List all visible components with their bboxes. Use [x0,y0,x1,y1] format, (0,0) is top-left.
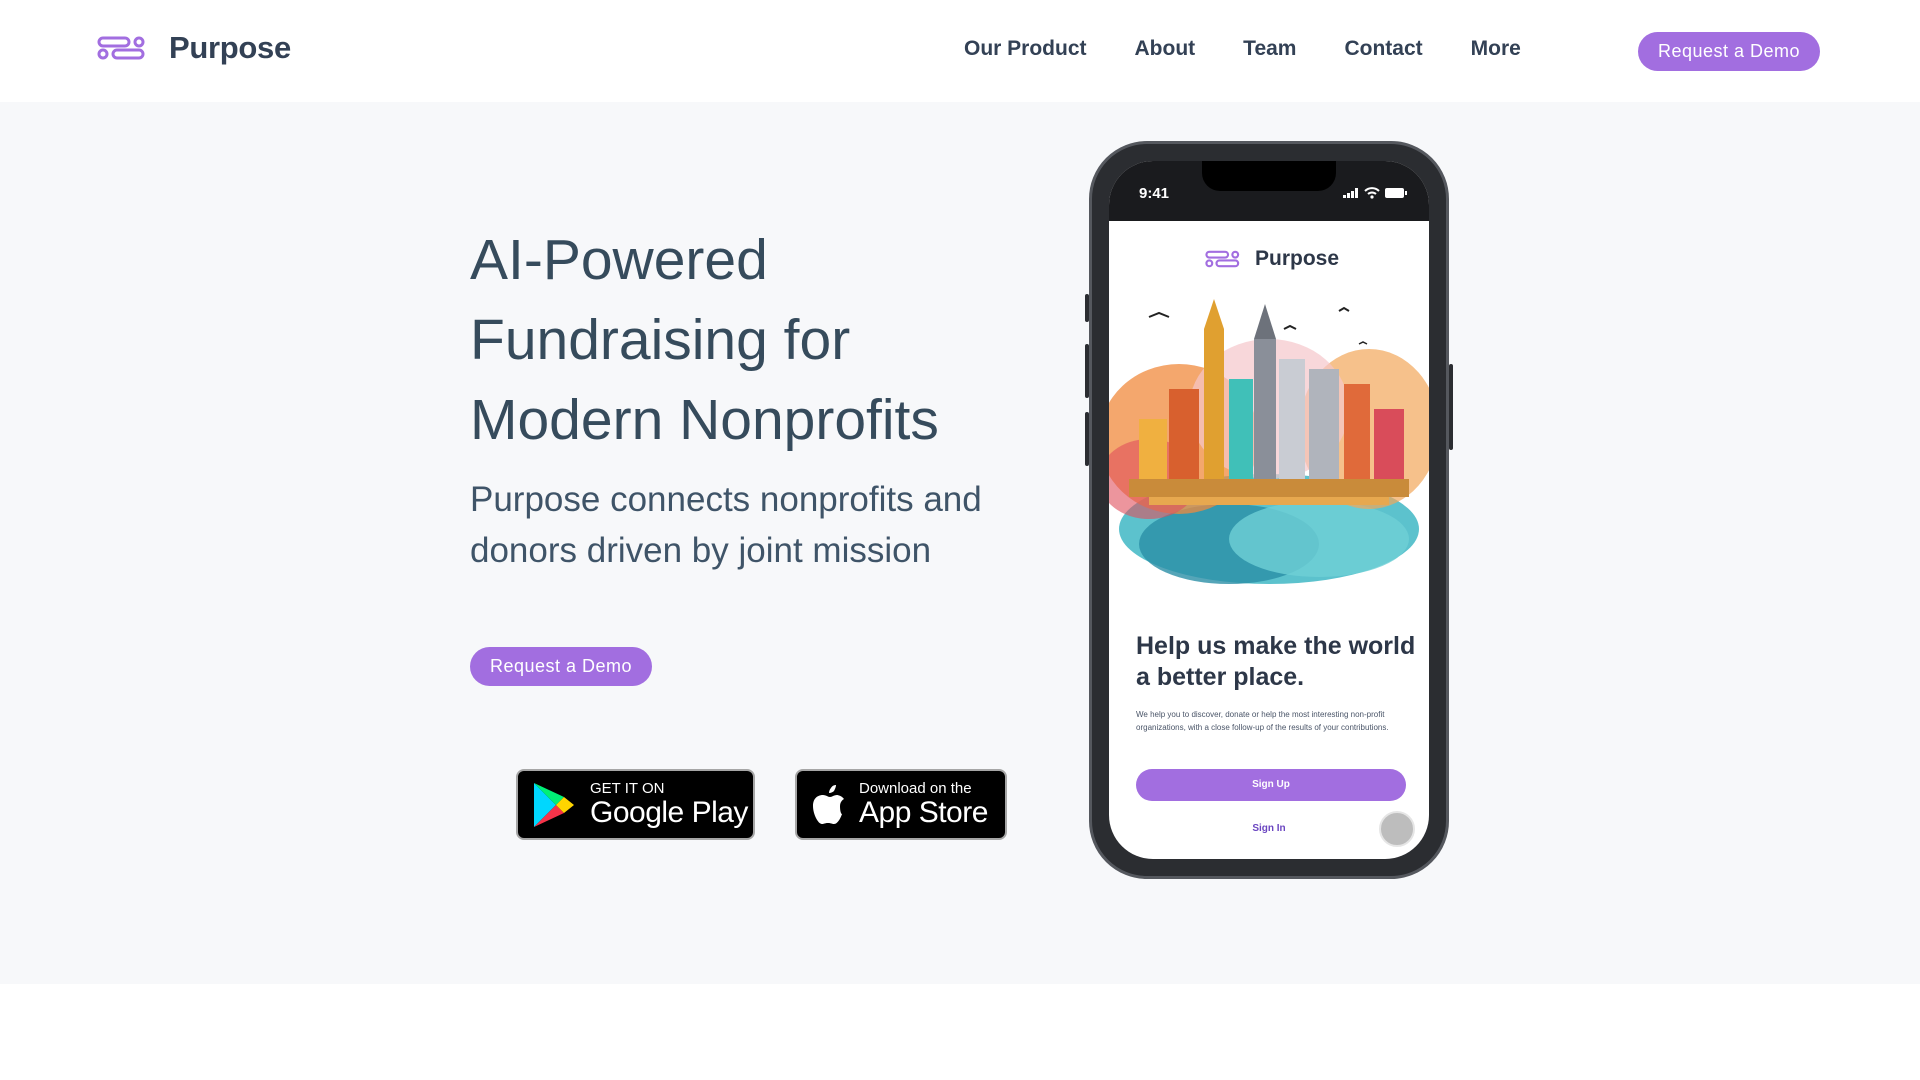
battery-icon [1385,188,1407,198]
nav-more[interactable]: More [1471,37,1521,61]
status-time: 9:41 [1139,185,1170,202]
google-badge-big-text: Google Play [590,796,748,829]
purpose-logo-icon [97,36,145,60]
google-play-badge[interactable]: GET IT ON Google Play [516,769,755,840]
app-logo: Purpose [1205,247,1339,271]
phone-title: Help us make the world a better place. [1136,632,1416,691]
phone-volume-down [1085,412,1089,466]
phone-description: We help you to discover, donate or help … [1136,710,1389,732]
nav-our-product[interactable]: Our Product [964,37,1087,61]
phone-volume-up [1085,344,1089,398]
top-navbar: Purpose Our Product About Team Contact M… [0,0,1920,102]
nav-request-demo-button[interactable]: Request a Demo [1638,32,1820,71]
main-menu: Our Product About Team Contact More [964,37,1569,61]
status-icons [1343,187,1407,199]
purpose-logo-icon [1205,250,1240,268]
wifi-icon [1364,187,1380,199]
brand-name: Purpose [169,30,291,65]
brand-logo[interactable]: Purpose [97,30,291,66]
phone-side-button [1085,294,1089,322]
nav-about[interactable]: About [1135,37,1196,61]
app-store-badge[interactable]: Download on the App Store [795,769,1007,840]
google-badge-small-text: GET IT ON [590,780,665,797]
phone-screen: 9:41 Purpose Help us make the world a be… [1109,161,1429,859]
phone-status-bar: 9:41 [1109,161,1429,221]
phone-notch [1202,161,1336,191]
hero-headline: AI-Powered Fundraising for Modern Nonpro… [470,228,939,452]
app-brand-name: Purpose [1255,247,1340,270]
google-play-icon [534,782,574,827]
city-illustration [1109,299,1429,584]
hero-request-demo-button[interactable]: Request a Demo [470,647,652,686]
apple-badge-big-text: App Store [859,796,988,829]
hero-subheadline: Purpose connects nonprofits and donors d… [470,480,982,570]
nav-contact[interactable]: Contact [1344,37,1422,61]
signal-icon [1343,188,1358,198]
touch-indicator [1379,811,1415,847]
phone-signup-button[interactable]: Sign Up [1136,769,1406,801]
apple-badge-small-text: Download on the [859,780,972,797]
phone-power-button [1449,364,1453,450]
phone-mockup: 9:41 Purpose Help us make the world a be… [1085,141,1453,879]
apple-icon [813,784,844,824]
nav-team[interactable]: Team [1243,37,1296,61]
